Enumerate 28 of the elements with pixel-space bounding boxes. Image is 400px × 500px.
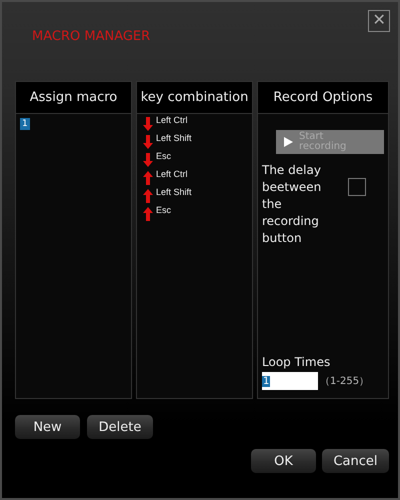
key-label: Left Ctrl [156, 169, 188, 179]
up-arrow-icon [143, 207, 153, 221]
ok-button[interactable]: OK [251, 449, 316, 473]
macro-item[interactable]: 1 [20, 118, 30, 130]
down-arrow-icon [143, 117, 153, 131]
delay-label: The delay beetween the recording button [262, 162, 322, 247]
key-label: Esc [156, 205, 172, 215]
play-icon [284, 137, 293, 147]
new-button[interactable]: New [15, 415, 80, 439]
key-label: Left Shift [156, 187, 192, 197]
key-label: Left Ctrl [156, 115, 188, 125]
loop-times-field[interactable]: 1 [262, 372, 318, 390]
delay-checkbox[interactable] [348, 178, 366, 196]
up-arrow-icon [143, 171, 153, 185]
key-label: Left Shift [156, 133, 192, 143]
down-arrow-icon [143, 135, 153, 149]
loop-times-label: Loop Times [262, 355, 332, 369]
close-button[interactable]: ✕ [368, 10, 390, 32]
key-label: Esc [156, 151, 172, 161]
down-arrow-icon [143, 153, 153, 167]
cancel-button[interactable]: Cancel [322, 449, 389, 473]
range-hint: （1-255） [320, 375, 370, 388]
column-header: Assign macro [16, 82, 131, 114]
column-header: Record Options [258, 82, 388, 114]
window-title: MACRO MANAGER [32, 29, 150, 44]
delete-button[interactable]: Delete [87, 415, 153, 439]
column-header: key combination [137, 82, 252, 114]
up-arrow-icon [143, 189, 153, 203]
